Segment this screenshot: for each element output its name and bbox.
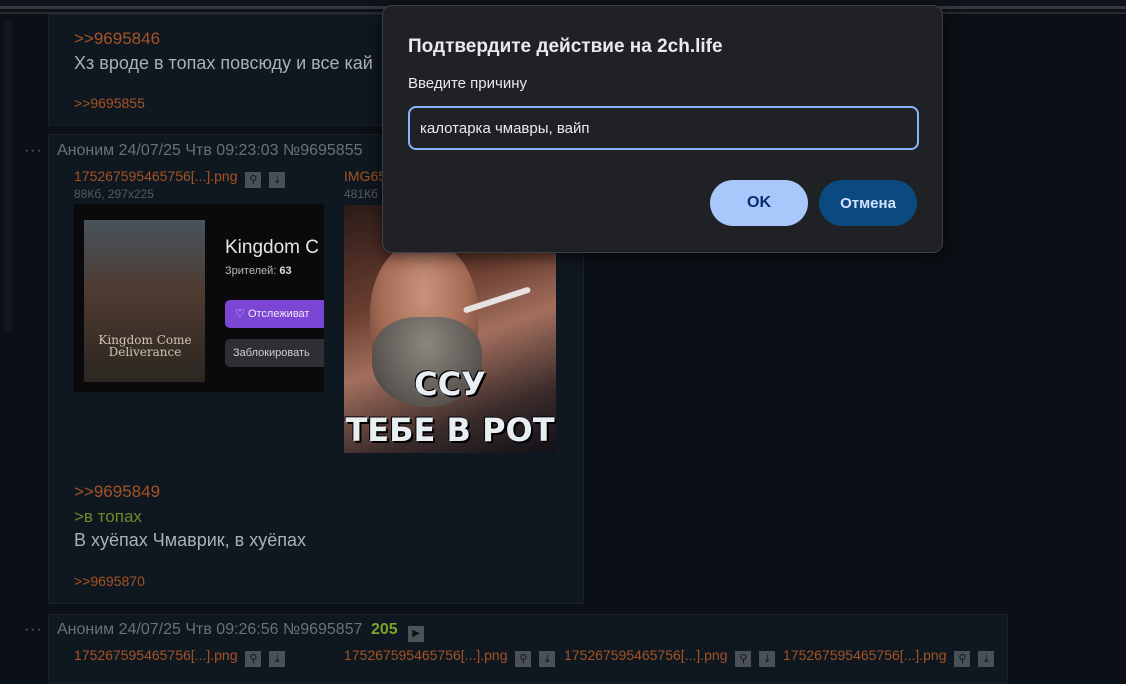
post-author: Аноним <box>56 142 115 159</box>
download-icon[interactable]: ⤓ <box>269 172 286 188</box>
file-meta-2: 481Кб <box>344 187 378 201</box>
post-menu-icon[interactable]: ··· <box>24 621 43 638</box>
download-icon[interactable]: ⤓ <box>759 651 776 667</box>
download-icon[interactable]: ⤓ <box>539 651 556 667</box>
prompt-dialog: Подтвердите действие на 2ch.life Введите… <box>382 5 943 253</box>
follow-label: Отслеживат <box>247 308 310 320</box>
follow-button-image: ♡ Отслеживат <box>225 300 324 328</box>
game-cover: Kingdom Come Deliverance <box>84 220 205 382</box>
search-icon[interactable]: ⚲ <box>954 651 971 667</box>
cancel-button[interactable]: Отмена <box>819 180 917 226</box>
scrollbar[interactable] <box>4 18 12 332</box>
dialog-title: Подтвердите действие на 2ch.life <box>408 36 723 57</box>
post-header: ··· Аноним 24/07/25 Чтв 09:26:56 №9695857… <box>24 621 425 642</box>
viewers-count: 63 <box>279 265 292 277</box>
play-icon[interactable]: ▶ <box>408 626 425 642</box>
meme-caption-line2: ТЕБЕ В РОТ <box>345 411 555 449</box>
heart-icon: ♡ <box>235 308 245 320</box>
file-name[interactable]: 175267595465756[...].png ⚲ ⤓ <box>74 647 286 667</box>
search-icon[interactable]: ⚲ <box>735 651 752 667</box>
ok-button[interactable]: OK <box>710 180 808 226</box>
download-icon[interactable]: ⤓ <box>978 651 995 667</box>
post-header: ··· Аноним 24/07/25 Чтв 09:23:03 №9695855 <box>24 142 362 160</box>
file-name[interactable]: 175267595465756[...].png ⚲ ⤓ <box>564 647 776 667</box>
download-icon[interactable]: ⤓ <box>269 651 286 667</box>
file-meta: 88Кб, 297x225 <box>74 187 154 201</box>
file-name-text[interactable]: 175267595465756[...].png <box>74 647 238 663</box>
file-name-2[interactable]: IMG65 <box>344 168 386 184</box>
stream-viewers: Зрителей: 63 <box>225 265 292 277</box>
block-button-image: Заблокировать <box>225 339 324 367</box>
backlink[interactable]: >>9695855 <box>74 95 145 111</box>
file-name[interactable]: 175267595465756[...].png ⚲ ⤓ <box>344 647 556 667</box>
game-cover-title: Kingdom Come Deliverance <box>98 333 192 359</box>
post-text: Хз вроде в топах повсюду и все кай <box>74 53 373 73</box>
post-datetime: 24/07/25 Чтв 09:26:56 <box>118 621 279 638</box>
post-count: 205 <box>370 621 398 638</box>
post-menu-icon[interactable]: ··· <box>24 142 43 159</box>
dialog-prompt: Введите причину <box>408 75 527 92</box>
file-name[interactable]: 175267595465756[...].png ⚲ ⤓ <box>783 647 995 667</box>
post-number[interactable]: №9695857 <box>283 621 362 638</box>
stream-title: Kingdom C <box>225 237 319 258</box>
image-thumbnail-stream[interactable]: Kingdom Come Deliverance Kingdom C Зрите… <box>74 204 324 392</box>
search-icon[interactable]: ⚲ <box>515 651 532 667</box>
search-icon[interactable]: ⚲ <box>245 651 262 667</box>
file-name-text[interactable]: 175267595465756[...].png <box>564 647 728 663</box>
meme-caption-line1: ССУ <box>414 365 486 403</box>
post-number[interactable]: №9695855 <box>283 142 362 159</box>
greentext-quote: >в топах <box>74 507 142 526</box>
file-name-text[interactable]: 175267595465756[...].png <box>344 647 508 663</box>
viewers-label: Зрителей: <box>225 265 277 277</box>
backlink[interactable]: >>9695870 <box>74 573 145 589</box>
post-datetime: 24/07/25 Чтв 09:23:03 <box>118 142 279 159</box>
search-icon[interactable]: ⚲ <box>245 172 262 188</box>
file-name[interactable]: 175267595465756[...].png ⚲ ⤓ <box>74 168 286 188</box>
file-name-text[interactable]: 175267595465756[...].png <box>74 168 238 184</box>
reason-input[interactable] <box>408 106 919 150</box>
reply-link[interactable]: >>9695846 <box>74 29 160 49</box>
file-name-text[interactable]: 175267595465756[...].png <box>783 647 947 663</box>
post-text: В хуёпах Чмаврик, в хуёпах <box>74 530 306 550</box>
post-author: Аноним <box>56 621 115 638</box>
reply-link[interactable]: >>9695849 <box>74 482 160 502</box>
